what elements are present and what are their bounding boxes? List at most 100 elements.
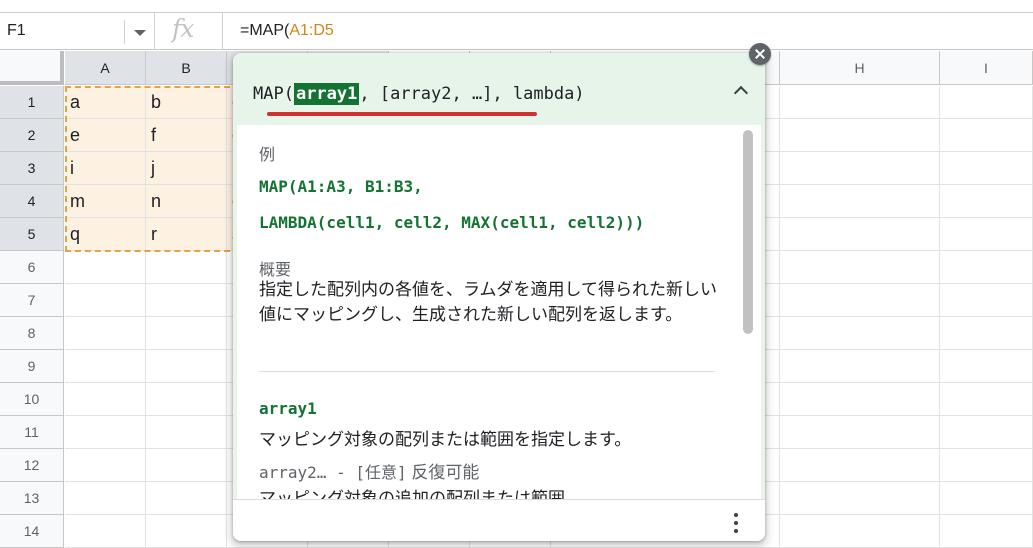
function-signature: MAP(array1, [array2, …], lambda) [253, 83, 585, 105]
annotation-underline [267, 112, 537, 116]
row-header-5[interactable]: 5 [0, 218, 64, 251]
row-header-8[interactable]: 8 [0, 317, 64, 350]
formula-range-ref: A1:D5 [289, 22, 334, 39]
cell-b4[interactable]: n [146, 185, 227, 218]
fx-icon: fx [172, 14, 194, 43]
cell-i2[interactable] [940, 119, 1033, 152]
scrollbar-thumb[interactable] [743, 130, 753, 334]
cell-i5[interactable] [940, 218, 1033, 251]
row-header-14[interactable]: 14 [0, 515, 64, 548]
arg-array2-header: array2… - [任意] 反復可能 [259, 458, 479, 483]
column-header-b[interactable]: B [146, 51, 227, 85]
cell-b11[interactable] [146, 416, 227, 449]
cell-a9[interactable] [65, 350, 146, 383]
cell-b5[interactable]: r [146, 218, 227, 251]
more-vert-icon[interactable] [733, 513, 739, 533]
cell-h7[interactable] [780, 284, 940, 317]
cell-a12[interactable] [65, 449, 146, 482]
chevron-up-icon[interactable] [730, 80, 752, 102]
row-header-11[interactable]: 11 [0, 416, 64, 449]
formula-input[interactable]: =MAP(A1:D5 [240, 13, 334, 49]
column-header-i[interactable]: I [940, 51, 1033, 85]
cell-a5[interactable]: q [65, 218, 146, 251]
function-help-popup: MAP(array1, [array2, …], lambda) 例 MAP(A… [233, 53, 765, 541]
name-box[interactable]: F1 [0, 13, 124, 49]
cell-a8[interactable] [65, 317, 146, 350]
formula-bar-divider [222, 13, 223, 49]
cell-h9[interactable] [780, 350, 940, 383]
cell-b13[interactable] [146, 482, 227, 515]
cell-i9[interactable] [940, 350, 1033, 383]
cell-i6[interactable] [940, 251, 1033, 284]
cell-b6[interactable] [146, 251, 227, 284]
cell-b1[interactable]: b [146, 86, 227, 119]
name-box-dropdown-icon[interactable] [124, 20, 154, 44]
cell-b10[interactable] [146, 383, 227, 416]
cell-h11[interactable] [780, 416, 940, 449]
select-all-corner[interactable] [0, 51, 64, 85]
cell-a4[interactable]: m [65, 185, 146, 218]
column-header-a[interactable]: A [65, 51, 146, 85]
signature-fn: MAP( [253, 84, 294, 104]
example-code-line-1: MAP(A1:A3, B1:B3, [259, 177, 423, 196]
cell-i14[interactable] [940, 515, 1033, 548]
row-header-13[interactable]: 13 [0, 482, 64, 515]
cell-a13[interactable] [65, 482, 146, 515]
function-signature-header[interactable]: MAP(array1, [array2, …], lambda) [233, 53, 765, 125]
cell-h14[interactable] [780, 515, 940, 548]
cell-i11[interactable] [940, 416, 1033, 449]
cell-a6[interactable] [65, 251, 146, 284]
signature-rest: , [array2, …], lambda) [359, 84, 585, 104]
cell-b12[interactable] [146, 449, 227, 482]
cell-i12[interactable] [940, 449, 1033, 482]
row-header-2[interactable]: 2 [0, 119, 64, 152]
summary-text: 指定した配列内の各値を、ラムダを適用して得られた新しい値にマッピングし、生成され… [259, 280, 717, 324]
cell-h1[interactable] [780, 86, 940, 119]
cell-b3[interactable]: j [146, 152, 227, 185]
cell-h4[interactable] [780, 185, 940, 218]
cell-a14[interactable] [65, 515, 146, 548]
cell-a3[interactable]: i [65, 152, 146, 185]
cell-a2[interactable]: e [65, 119, 146, 152]
cell-b8[interactable] [146, 317, 227, 350]
close-icon[interactable] [749, 43, 771, 65]
cell-i3[interactable] [940, 152, 1033, 185]
example-label: 例 [259, 147, 276, 164]
cell-h6[interactable] [780, 251, 940, 284]
row-header-4[interactable]: 4 [0, 185, 64, 218]
cell-i7[interactable] [940, 284, 1033, 317]
function-help-body[interactable]: 例 MAP(A1:A3, B1:B3, LAMBDA(cell1, cell2,… [233, 125, 765, 499]
cell-b7[interactable] [146, 284, 227, 317]
cell-h10[interactable] [780, 383, 940, 416]
column-header-h[interactable]: H [780, 51, 940, 85]
cell-i8[interactable] [940, 317, 1033, 350]
cell-i13[interactable] [940, 482, 1033, 515]
cell-h3[interactable] [780, 152, 940, 185]
signature-active-arg: array1 [293, 83, 360, 105]
cell-h13[interactable] [780, 482, 940, 515]
cell-a1[interactable]: a [65, 86, 146, 119]
row-header-9[interactable]: 9 [0, 350, 64, 383]
row-header-1[interactable]: 1 [0, 86, 64, 119]
cell-h2[interactable] [780, 119, 940, 152]
example-code-line-2: LAMBDA(cell1, cell2, MAX(cell1, cell2))) [259, 213, 645, 232]
arg-array1-name: array1 [259, 399, 317, 418]
cell-h5[interactable] [780, 218, 940, 251]
cell-i1[interactable] [940, 86, 1033, 119]
row-header-10[interactable]: 10 [0, 383, 64, 416]
row-header-6[interactable]: 6 [0, 251, 64, 284]
formula-bar-divider [154, 13, 155, 49]
row-header-3[interactable]: 3 [0, 152, 64, 185]
cell-a7[interactable] [65, 284, 146, 317]
cell-a11[interactable] [65, 416, 146, 449]
cell-b14[interactable] [146, 515, 227, 548]
cell-a10[interactable] [65, 383, 146, 416]
row-header-12[interactable]: 12 [0, 449, 64, 482]
cell-h12[interactable] [780, 449, 940, 482]
cell-h8[interactable] [780, 317, 940, 350]
cell-b9[interactable] [146, 350, 227, 383]
cell-i4[interactable] [940, 185, 1033, 218]
cell-i10[interactable] [940, 383, 1033, 416]
cell-b2[interactable]: f [146, 119, 227, 152]
row-header-7[interactable]: 7 [0, 284, 64, 317]
